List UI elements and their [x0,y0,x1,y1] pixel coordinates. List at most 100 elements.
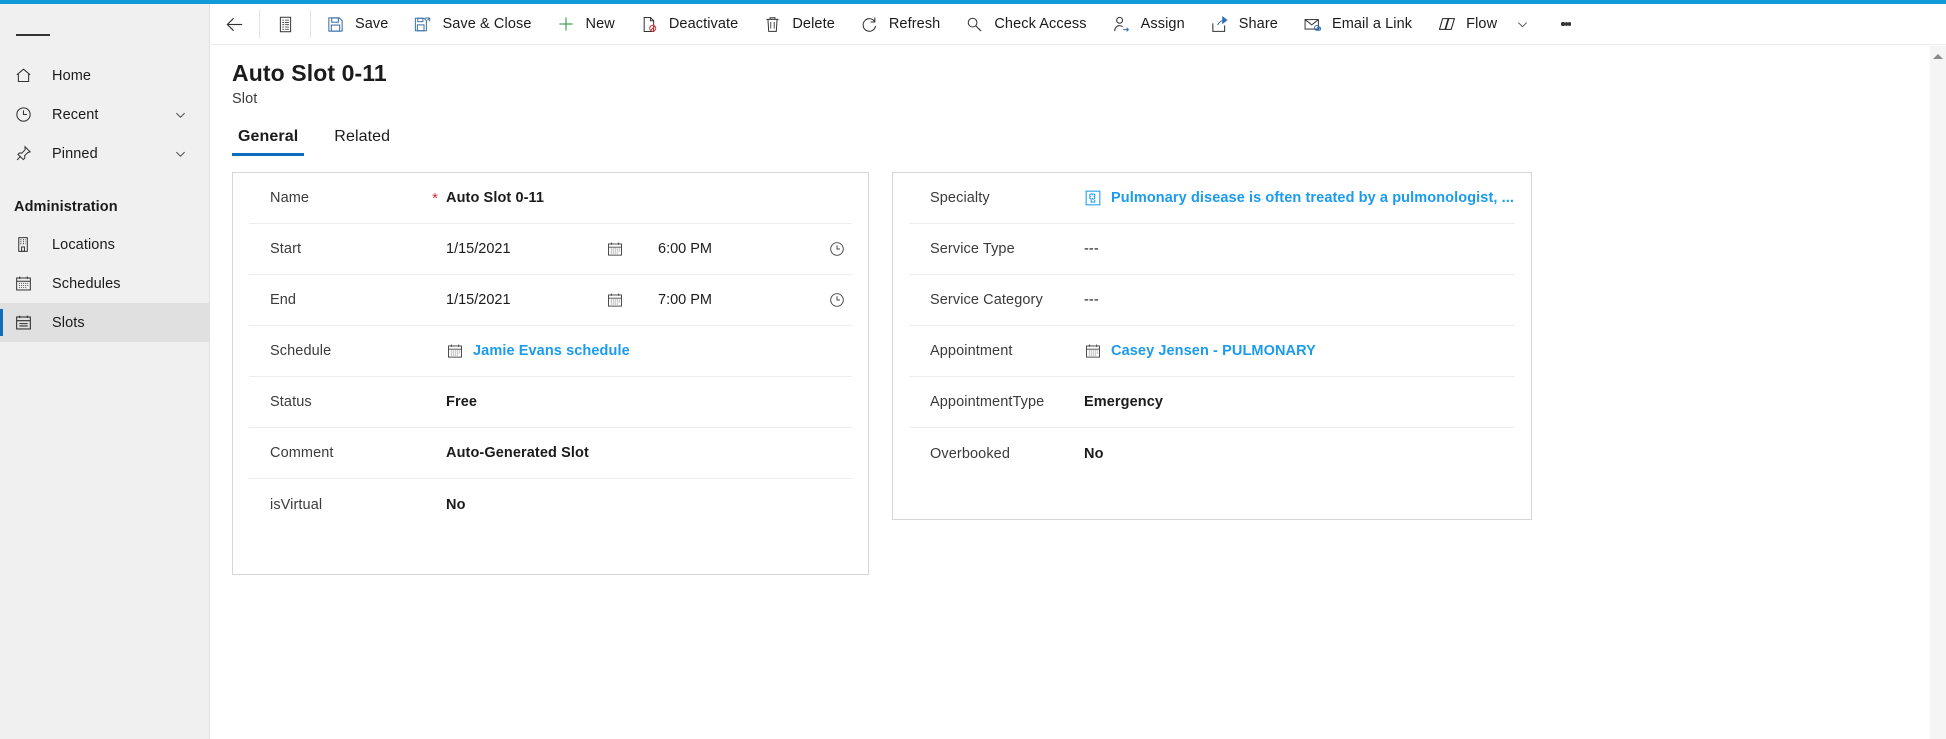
clock-icon[interactable] [828,291,854,309]
field-label: Appointment [930,343,1013,359]
flow-chevron-down-icon[interactable] [1509,4,1535,45]
field-row-specialty: Specialty Pulmonary disease is often tre… [909,173,1515,224]
field-row-appointment-type: AppointmentType Emergency [909,377,1515,428]
email-link-icon [1302,14,1323,35]
email-a-link-label: Email a Link [1331,16,1413,32]
chevron-down-icon[interactable] [173,146,188,161]
sidebar-item-pinned[interactable]: Pinned [0,134,210,173]
divider [259,10,260,38]
deactivate-label: Deactivate [668,16,739,32]
calendar-icon [1084,342,1102,360]
share-label: Share [1238,16,1278,32]
appointment-lookup-link[interactable]: Casey Jensen - PULMONARY [1084,342,1316,360]
building-icon [14,234,40,256]
field-label: isVirtual [270,496,323,513]
field-value-name[interactable]: Auto Slot 0-11 [446,190,544,206]
field-row-name: Name * Auto Slot 0-11 [249,173,852,224]
divider [310,10,311,38]
field-label: AppointmentType [930,394,1045,410]
sidebar-item-home[interactable]: Home [0,56,210,95]
field-value-comment[interactable]: Auto-Generated Slot [446,445,589,461]
share-button[interactable]: Share [1197,4,1290,45]
field-value-service-category[interactable]: --- [1084,292,1099,308]
command-bar: Save Save & Close New Deactivate Delete … [211,4,1946,45]
general-form-left-section: Name * Auto Slot 0-11 Start 1/15/2021 6:… [232,172,869,575]
deactivate-button[interactable]: Deactivate [627,4,751,45]
refresh-icon [859,14,880,35]
save-button[interactable]: Save [313,4,400,45]
field-row-service-category: Service Category --- [909,275,1515,326]
assign-button[interactable]: Assign [1099,4,1197,45]
back-arrow-icon[interactable] [211,4,257,45]
form-list-icon[interactable] [262,4,308,45]
tab-related[interactable]: Related [328,128,396,156]
end-date-input[interactable]: 1/15/2021 [446,292,606,308]
appointment-link-label: Casey Jensen - PULMONARY [1111,343,1316,359]
page-title: Auto Slot 0-11 [232,60,387,86]
sidebar-item-recent[interactable]: Recent [0,95,210,134]
field-row-comment: Comment Auto-Generated Slot [249,428,852,479]
field-value-isvirtual[interactable]: No [446,497,466,513]
slot-icon [14,312,40,334]
delete-button[interactable]: Delete [750,4,847,45]
field-label: Overbooked [930,445,1010,462]
sidebar-item-label: Home [52,67,92,84]
field-row-start: Start 1/15/2021 6:00 PM [249,224,852,275]
new-button[interactable]: New [544,4,627,45]
end-time-input[interactable]: 7:00 PM [658,292,828,308]
sidebar-item-slots[interactable]: Slots [0,303,210,342]
sidebar-item-label: Schedules [52,275,121,292]
clock-icon[interactable] [828,240,854,258]
more-vertical-icon[interactable] [1549,4,1583,45]
sidebar-item-label: Recent [52,106,99,123]
sidebar-item-label: Slots [52,314,85,331]
trash-icon [762,14,783,35]
hamburger-icon[interactable] [16,18,50,52]
vertical-scrollbar[interactable] [1930,46,1946,739]
delete-label: Delete [792,16,835,32]
sidebar-item-schedules[interactable]: Schedules [0,264,210,303]
flow-label: Flow [1466,16,1498,32]
required-indicator: * [432,189,438,207]
schedule-lookup-link[interactable]: Jamie Evans schedule [446,342,630,360]
general-form-right-section: Specialty Pulmonary disease is often tre… [892,172,1532,520]
home-icon [14,65,40,87]
pin-icon [14,143,40,165]
schedule-link-label: Jamie Evans schedule [473,343,630,359]
flow-button[interactable]: Flow [1424,4,1509,45]
puzzle-icon [1084,189,1102,207]
calendar-icon[interactable] [606,240,632,258]
start-date-input[interactable]: 1/15/2021 [446,241,606,257]
save-and-close-button[interactable]: Save & Close [400,4,543,45]
field-value-appointment-type[interactable]: Emergency [1084,394,1163,410]
sidebar-item-locations[interactable]: Locations [0,225,210,264]
sidebar-group-title: Administration [14,199,118,215]
chevron-down-icon[interactable] [173,107,188,122]
tab-general[interactable]: General [232,128,305,156]
entity-name: Slot [232,91,258,108]
calendar-icon[interactable] [606,291,632,309]
field-row-schedule: Schedule Jamie Evans schedule [249,326,852,377]
clock-icon [14,104,40,126]
plus-icon [556,14,577,35]
refresh-button[interactable]: Refresh [847,4,952,45]
field-label: Status [270,394,312,410]
scroll-up-arrow-icon[interactable] [1933,54,1943,59]
field-row-status: Status Free [249,377,852,428]
field-row-overbooked: Overbooked No [909,428,1515,479]
sidebar: Home Recent Pinned Administration Locati… [0,4,210,739]
field-row-service-type: Service Type --- [909,224,1515,275]
specialty-lookup-link[interactable]: Pulmonary disease is often treated by a … [1084,189,1514,207]
check-access-label: Check Access [994,16,1087,32]
check-access-button[interactable]: Check Access [952,4,1098,45]
assign-label: Assign [1140,16,1185,32]
start-time-input[interactable]: 6:00 PM [658,241,828,257]
tab-strip: General Related [232,128,420,156]
email-a-link-button[interactable]: Email a Link [1290,4,1424,45]
field-value-service-type[interactable]: --- [1084,241,1099,257]
field-row-isvirtual: isVirtual No [249,479,852,530]
field-label: Specialty [930,190,990,206]
field-value-overbooked[interactable]: No [1084,446,1104,462]
field-value-status[interactable]: Free [446,394,477,410]
field-label: Schedule [270,343,332,359]
